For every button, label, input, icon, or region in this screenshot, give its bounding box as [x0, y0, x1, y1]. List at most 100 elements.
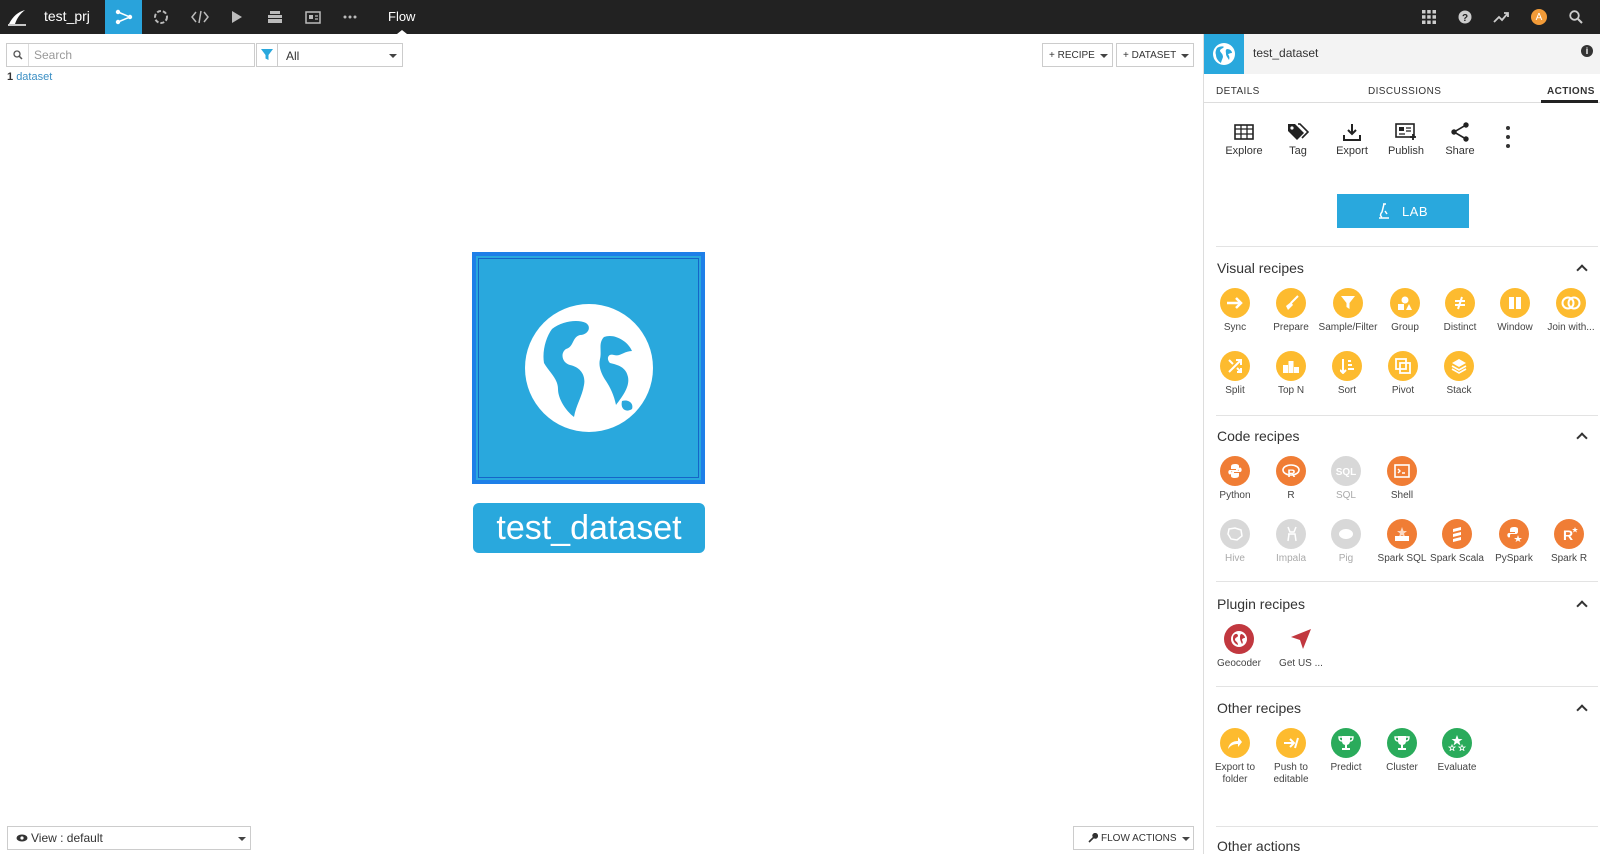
recipe-predict[interactable]: Predict [1318, 728, 1374, 774]
panel-header: test_dataset i [1204, 34, 1600, 74]
recipe-sql: SQL SQL [1318, 456, 1374, 502]
section-divider [1216, 826, 1598, 827]
section-divider [1216, 686, 1598, 687]
add-recipe-label: + RECIPE [1049, 49, 1095, 61]
recipe-spark-sql[interactable]: Spark SQL [1374, 519, 1430, 565]
recipe-geocoder[interactable]: Geocoder [1209, 624, 1269, 670]
recipe-top-n[interactable]: Top N [1263, 351, 1319, 397]
recipe-export-to-folder[interactable]: Export to folder [1207, 728, 1263, 786]
apps-grid-icon[interactable] [1411, 0, 1447, 34]
jobs-play-icon[interactable] [218, 0, 255, 34]
window-icon [1500, 288, 1530, 318]
tag-action[interactable]: Tag [1271, 120, 1325, 157]
recipe-label: Push to editable [1273, 762, 1309, 785]
flow-search-input[interactable] [34, 46, 249, 64]
recipe-hive: Hive [1207, 519, 1263, 565]
recipe-r[interactable]: R R [1263, 456, 1319, 502]
recipe-label: Impala [1275, 553, 1306, 564]
share-action[interactable]: Share [1433, 120, 1487, 157]
filter-select[interactable]: All [277, 43, 403, 67]
recipe-pivot[interactable]: Pivot [1375, 351, 1431, 397]
user-avatar[interactable]: A [1521, 0, 1557, 34]
recipe-stack[interactable]: Stack [1431, 351, 1487, 397]
lab-nav-icon[interactable] [142, 0, 179, 34]
chevron-up-icon[interactable] [1576, 264, 1588, 276]
activity-trend-icon[interactable] [1483, 0, 1519, 34]
export-action[interactable]: Export [1325, 120, 1379, 157]
download-icon [1325, 120, 1379, 144]
recipe-label: Sync [1223, 322, 1247, 333]
chevron-up-icon[interactable] [1576, 600, 1588, 612]
recipe-sort[interactable]: Sort [1319, 351, 1375, 397]
recipe-join[interactable]: Join with... [1541, 288, 1600, 334]
chevron-up-icon[interactable] [1576, 704, 1588, 716]
recipe-distinct[interactable]: Distinct [1432, 288, 1488, 334]
publish-action[interactable]: Publish [1379, 120, 1433, 157]
recipe-label: Top N [1277, 385, 1305, 396]
more-vertical-icon[interactable] [1506, 126, 1512, 153]
add-dataset-button[interactable]: + DATASET [1116, 43, 1194, 67]
recipe-sample-filter[interactable]: Sample/Filter [1315, 288, 1381, 334]
r-language-icon: R [1276, 456, 1306, 486]
recipe-split[interactable]: Split [1207, 351, 1263, 397]
project-name[interactable]: test_prj [44, 8, 90, 24]
recipe-label: Pig [1338, 553, 1354, 564]
search-icon[interactable] [1558, 0, 1594, 34]
more-dots-icon[interactable] [331, 0, 368, 34]
recipe-prepare[interactable]: Prepare [1263, 288, 1319, 334]
explore-label: Explore [1225, 145, 1263, 157]
count-link[interactable]: dataset [16, 71, 52, 83]
filter-value: All [286, 49, 300, 63]
tab-actions[interactable]: ACTIONS [1547, 86, 1595, 97]
recipe-get-us[interactable]: Get US ... [1271, 624, 1331, 670]
recipe-group[interactable]: Group [1377, 288, 1433, 334]
recipe-spark-r[interactable]: R Spark R [1541, 519, 1597, 565]
top-navigation-bar: test_prj Flow ? A [0, 0, 1600, 34]
recipe-evaluate[interactable]: Evaluate [1429, 728, 1485, 774]
recipe-python[interactable]: Python [1207, 456, 1263, 502]
explore-action[interactable]: Explore [1217, 120, 1271, 157]
recipe-cluster[interactable]: Cluster [1374, 728, 1430, 774]
tags-icon [1271, 120, 1325, 144]
dataset-node-label[interactable]: test_dataset [473, 503, 705, 553]
dashboards-nav-icon[interactable] [256, 0, 293, 34]
code-recipes-title: Code recipes [1217, 428, 1300, 444]
recipe-push-to-editable[interactable]: Push to editable [1263, 728, 1319, 786]
panel-tabs: DETAILS DISCUSSIONS ACTIONS [1204, 74, 1600, 103]
add-recipe-button[interactable]: + RECIPE [1042, 43, 1113, 67]
svg-text:?: ? [1462, 13, 1468, 24]
recipe-label: Cluster [1386, 762, 1418, 773]
recipe-window[interactable]: Window [1487, 288, 1543, 334]
microscope-icon [1378, 203, 1389, 219]
help-icon[interactable]: ? [1447, 0, 1483, 34]
recipe-label: Group [1391, 322, 1419, 333]
recipe-label: Spark Scala [1430, 553, 1484, 564]
info-icon[interactable]: i [1581, 45, 1593, 57]
view-select[interactable]: View : default [7, 826, 251, 850]
chevron-down-icon [1182, 837, 1190, 841]
globe-pin-icon [1224, 624, 1254, 654]
recipe-shell[interactable]: Shell [1374, 456, 1430, 502]
recipe-label: Export to folder [1214, 762, 1256, 785]
globe-icon [1204, 34, 1244, 74]
impala-icon [1276, 519, 1306, 549]
filter-funnel-icon[interactable] [256, 43, 278, 67]
tab-details[interactable]: DETAILS [1216, 86, 1260, 97]
export-label: Export [1336, 145, 1368, 157]
recipe-sync[interactable]: Sync [1207, 288, 1263, 334]
other-actions-title: Other actions [1217, 838, 1301, 854]
wiki-nav-icon[interactable] [294, 0, 331, 34]
section-divider [1216, 415, 1598, 416]
dataset-node[interactable] [472, 252, 705, 484]
recipe-pyspark[interactable]: PySpark [1486, 519, 1542, 565]
recipe-spark-scala[interactable]: Spark Scala [1429, 519, 1485, 565]
chevron-up-icon[interactable] [1576, 432, 1588, 444]
tab-discussions[interactable]: DISCUSSIONS [1368, 86, 1441, 97]
recipe-label: Hive [1224, 553, 1245, 564]
other-recipes-title: Other recipes [1217, 700, 1302, 716]
lab-button[interactable]: LAB [1337, 194, 1469, 228]
flow-actions-button[interactable]: FLOW ACTIONS [1073, 826, 1194, 850]
dataiku-logo-icon[interactable] [0, 0, 34, 34]
code-nav-icon[interactable] [181, 0, 218, 34]
flow-nav-icon[interactable] [105, 0, 142, 34]
